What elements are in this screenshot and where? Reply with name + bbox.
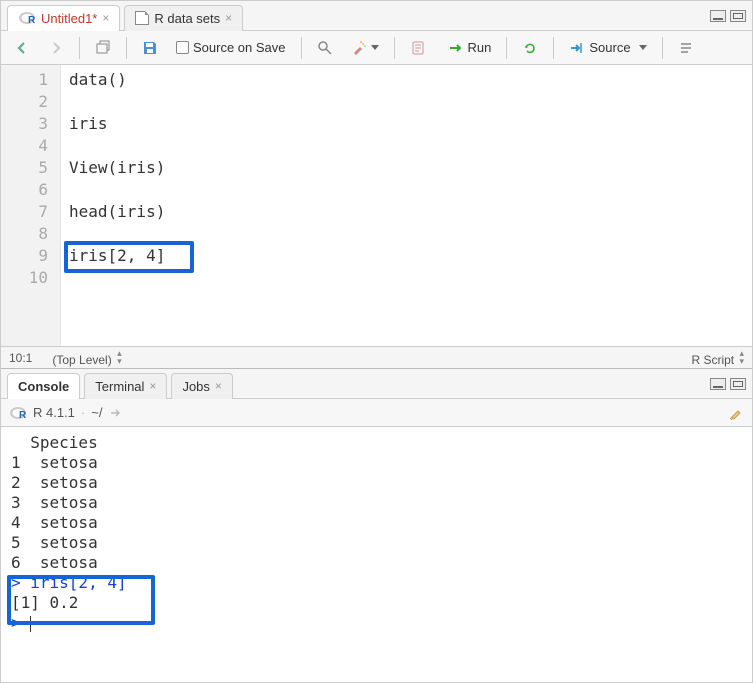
close-icon[interactable]: × [225,11,232,25]
console-output[interactable]: Species1 setosa2 setosa3 setosa4 setosa5… [1,427,752,683]
minimize-icon[interactable] [710,378,726,390]
close-icon[interactable]: × [102,11,109,25]
tab-label: Console [18,379,69,394]
source-on-save-toggle[interactable]: Source on Save [169,36,293,59]
source-statusbar: 10:1 (Top Level) ▴▾ R Script ▴▾ [1,346,752,368]
compile-report-button[interactable] [403,36,433,60]
console-line: 5 setosa [11,533,742,553]
close-icon[interactable]: × [149,379,156,393]
cursor-position: 10:1 [9,351,32,365]
window-controls [710,378,746,390]
run-label: Run [468,40,492,55]
tab-untitled1[interactable]: R Untitled1* × [7,5,120,31]
go-to-dir-icon[interactable] [108,405,124,421]
console-line: 1 setosa [11,453,742,473]
working-dir[interactable]: ~/ [91,405,102,420]
tab-label: R data sets [154,11,220,26]
checkbox-icon [176,41,189,54]
console-pane: Console Terminal × Jobs × R R 4.1.1 · ~/… [1,369,752,683]
console-line: 3 setosa [11,493,742,513]
code-tools-button[interactable] [344,36,386,60]
line-number: 10 [1,267,48,289]
code-line[interactable] [69,179,744,201]
line-number: 7 [1,201,48,223]
line-number: 2 [1,91,48,113]
cursor [30,616,31,632]
source-pane: R Untitled1* × R data sets × Source on S… [1,1,752,369]
line-number: 1 [1,69,48,91]
tab-console[interactable]: Console [7,373,80,399]
code-line[interactable]: iris [69,113,744,135]
maximize-icon[interactable] [730,10,746,22]
chevron-down-icon [639,45,647,50]
forward-button[interactable] [41,36,71,60]
code-line[interactable]: head(iris) [69,201,744,223]
source-tabbar: R Untitled1* × R data sets × [1,1,752,31]
svg-text:R: R [19,410,27,421]
console-line: [1] 0.2 [11,593,742,613]
file-icon [135,11,149,25]
tab-label: Untitled1* [41,11,97,26]
console-line: > [11,613,742,633]
code-line[interactable] [69,135,744,157]
r-version: R 4.1.1 [33,405,75,420]
console-line: > iris[2, 4] [11,573,742,593]
minimize-icon[interactable] [710,10,726,22]
tab-terminal[interactable]: Terminal × [84,373,167,399]
line-number: 4 [1,135,48,157]
source-toolbar: Source on Save Run Source [1,31,752,65]
tab-label: Terminal [95,379,144,394]
source-label: Source [589,40,630,55]
line-number: 3 [1,113,48,135]
clear-console-icon[interactable] [728,405,744,421]
code-editor[interactable]: 12345678910 data() iris View(iris) head(iri… [1,65,752,346]
code-line[interactable] [69,267,744,289]
filetype-indicator[interactable]: R Script ▴▾ [691,349,744,367]
console-line: Species [11,433,742,453]
show-in-new-window-button[interactable] [88,36,118,60]
console-line: 4 setosa [11,513,742,533]
r-logo-icon: R [18,9,36,27]
console-line: 2 setosa [11,473,742,493]
source-button[interactable]: Source [562,36,653,60]
code-body[interactable]: data() iris View(iris) head(iris) iris[2, 4] [61,65,752,346]
code-line[interactable]: View(iris) [69,157,744,179]
close-icon[interactable]: × [215,379,222,393]
source-on-save-label: Source on Save [193,40,286,55]
scope-indicator[interactable]: (Top Level) ▴▾ [52,349,121,367]
find-button[interactable] [310,36,340,60]
line-number: 6 [1,179,48,201]
svg-text:R: R [28,15,36,26]
console-header: R R 4.1.1 · ~/ [1,399,752,427]
r-logo-icon: R [9,404,27,422]
back-button[interactable] [7,36,37,60]
line-number: 9 [1,245,48,267]
save-button[interactable] [135,36,165,60]
maximize-icon[interactable] [730,378,746,390]
chevron-down-icon [371,45,379,50]
tab-jobs[interactable]: Jobs × [171,373,232,399]
code-line[interactable] [69,91,744,113]
console-tabbar: Console Terminal × Jobs × [1,369,752,399]
code-line[interactable]: iris[2, 4] [69,245,744,267]
line-number: 8 [1,223,48,245]
code-line[interactable]: data() [69,69,744,91]
console-line: 6 setosa [11,553,742,573]
tab-r-data-sets[interactable]: R data sets × [124,5,243,31]
window-controls [710,10,746,22]
outline-button[interactable] [671,36,701,60]
run-button[interactable]: Run [441,36,499,60]
code-line[interactable] [69,223,744,245]
tab-label: Jobs [182,379,209,394]
line-number-gutter: 12345678910 [1,65,61,346]
rerun-button[interactable] [515,36,545,60]
line-number: 5 [1,157,48,179]
